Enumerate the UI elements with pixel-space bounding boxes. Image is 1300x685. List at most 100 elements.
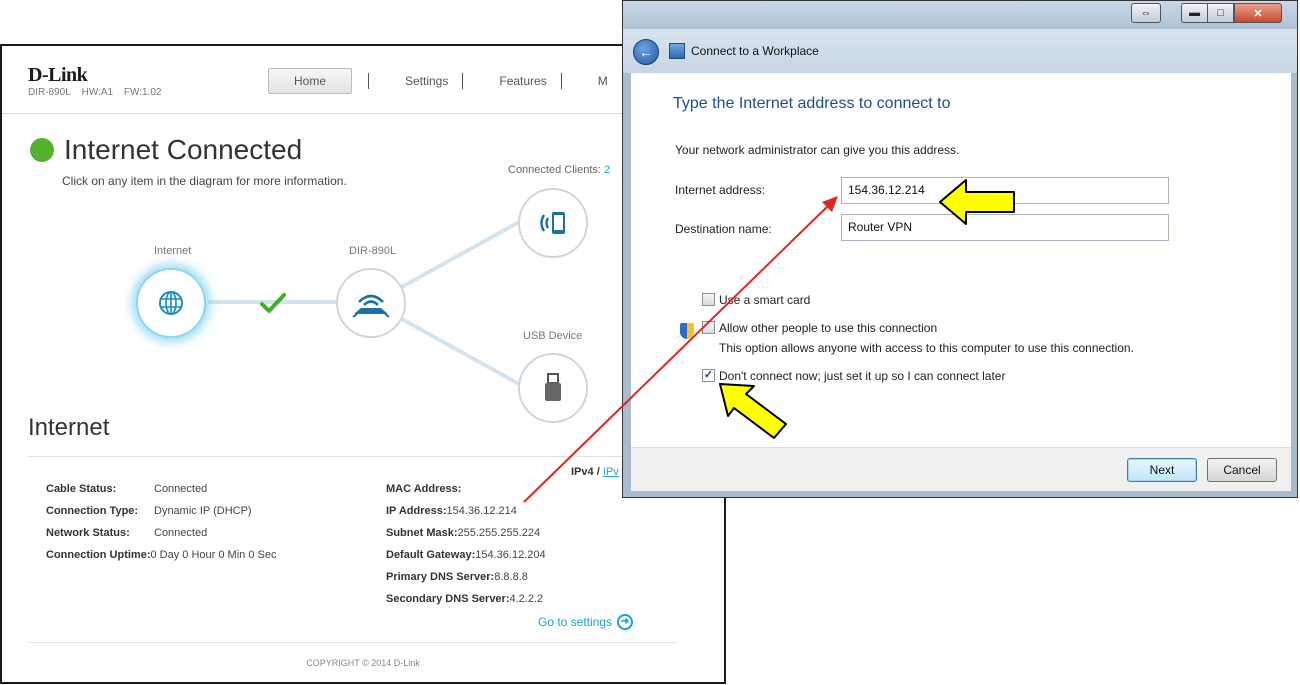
router-wifi-icon <box>352 294 390 318</box>
nav-tab-home[interactable]: Home <box>268 68 352 94</box>
info-row: Cable Status: Connected <box>46 478 276 500</box>
connected-check-icon <box>260 293 286 313</box>
info-value: Connected <box>154 527 208 539</box>
cancel-button[interactable]: Cancel <box>1207 458 1277 482</box>
usb-node-label: USB Device <box>523 330 583 342</box>
info-row: Secondary DNS Server:4.2.2.2 <box>386 588 546 610</box>
info-key: Network Status: <box>46 527 130 539</box>
diagram-hint: Click on any item in the diagram for mor… <box>62 174 347 188</box>
dialog-titlebar[interactable]: ⇔ ▬ □ ✕ <box>623 1 1297 29</box>
connected-clients-count: 2 <box>604 164 611 176</box>
arrow-right-circle-icon: ➜ <box>617 614 634 630</box>
connection-info: Cable Status: Connected Connection Type: D… <box>46 478 276 566</box>
info-row: MAC Address: <box>386 478 546 500</box>
hardware-version: HW:A1 <box>81 87 114 98</box>
dont-connect-checkbox[interactable]: ✓ <box>702 369 715 382</box>
maximize-button[interactable]: □ <box>1207 3 1234 23</box>
dialog-title: Connect to a Workplace <box>691 44 819 58</box>
info-value: Dynamic IP (DHCP) <box>154 505 252 517</box>
internet-section-title: Internet <box>28 414 110 441</box>
nav-separator <box>462 73 464 89</box>
ipv4-tab[interactable]: IPv4 <box>571 466 594 478</box>
allow-others-label[interactable]: Allow other people to use this connectio… <box>719 321 937 335</box>
ip-info: MAC Address: IP Address:154.36.12.214 Su… <box>386 478 546 610</box>
uac-shield-icon <box>680 323 694 339</box>
internet-status: Internet Connected <box>30 134 302 166</box>
info-row: Connection Uptime:0 Day 0 Hour 0 Min 0 S… <box>46 544 276 566</box>
ipv6-tab[interactable]: IPv <box>603 466 619 478</box>
usb-device-node[interactable] <box>518 353 588 423</box>
info-row: IP Address:154.36.12.214 <box>386 500 546 522</box>
info-key: Connection Type: <box>46 505 139 517</box>
info-row: Subnet Mask:255.255.255.224 <box>386 522 546 544</box>
internet-node[interactable] <box>136 268 206 338</box>
router-node[interactable] <box>336 268 406 338</box>
info-row: Connection Type: Dynamic IP (DHCP) <box>46 500 276 522</box>
smart-card-label[interactable]: Use a smart card <box>719 293 810 307</box>
firmware-version: FW:1.02 <box>123 87 162 98</box>
brand-name: D-Link <box>28 64 88 86</box>
main-nav: Home Settings Features M <box>268 68 608 94</box>
info-value: 4.2.2.2 <box>509 593 544 605</box>
info-value: Connected <box>154 483 208 495</box>
usb-drive-icon <box>545 373 561 401</box>
minimize-button[interactable]: ▬ <box>1181 3 1208 23</box>
dont-connect-label[interactable]: Don't connect now; just set it up so I c… <box>719 369 1005 383</box>
nav-separator <box>368 73 369 89</box>
ip-version-switch: IPv4 / IPv <box>571 466 619 478</box>
smart-card-checkbox[interactable] <box>702 293 715 306</box>
info-row: Default Gateway:154.36.12.204 <box>386 544 546 566</box>
nav-tab-management[interactable]: M <box>598 69 608 93</box>
info-value: 154.36.12.214 <box>446 505 517 517</box>
info-row: Primary DNS Server:8.8.8.8 <box>386 566 546 588</box>
destination-name-input[interactable]: Router VPN <box>841 214 1169 241</box>
next-button[interactable]: Next <box>1127 458 1197 482</box>
dialog-heading: Type the Internet address to connect to <box>673 95 951 112</box>
dialog-button-bar: Next Cancel <box>631 447 1291 491</box>
info-key: Connection Uptime: <box>46 549 151 561</box>
copyright-text: COPYRIGHT © 2014 D-Link <box>306 658 420 668</box>
section-divider <box>28 456 678 457</box>
info-key: Primary DNS Server: <box>386 571 495 583</box>
destination-name-label: Destination name: <box>675 222 772 236</box>
connected-clients-text: Connected Clients: <box>508 164 601 176</box>
dialog-content: Type the Internet address to connect to … <box>631 73 1291 447</box>
close-button[interactable]: ✕ <box>1234 3 1282 23</box>
info-key: MAC Address: <box>386 483 462 495</box>
allow-others-checkbox[interactable] <box>702 321 715 334</box>
nav-tab-features[interactable]: Features <box>499 69 546 93</box>
link-router-clients <box>399 219 522 290</box>
resize-icon[interactable]: ⇔ <box>1131 3 1161 23</box>
go-to-settings-link[interactable]: Go to settings ➜ <box>538 614 634 630</box>
router-web-page: D-Link DIR-890L HW:A1 FW:1.02 Home Setti… <box>0 44 726 684</box>
dialog-navbar: ← Connect to a Workplace <box>623 29 1297 73</box>
connect-to-workplace-dialog: ⇔ ▬ □ ✕ ← Connect to a Workplace Type th… <box>622 0 1298 498</box>
dialog-subtext: Your network administrator can give you … <box>675 143 960 157</box>
back-arrow-icon[interactable]: ← <box>633 39 659 65</box>
info-key: Default Gateway: <box>386 549 476 561</box>
internet-address-input[interactable]: 154.36.12.214 <box>841 177 1169 204</box>
info-key: IP Address: <box>386 505 447 517</box>
router-node-label: DIR-890L <box>349 245 397 257</box>
router-header: D-Link DIR-890L HW:A1 FW:1.02 Home Setti… <box>2 46 724 114</box>
link-router-usb <box>399 316 522 387</box>
nav-tab-settings[interactable]: Settings <box>405 69 448 93</box>
info-value: 154.36.12.204 <box>475 549 546 561</box>
status-title: Internet Connected <box>64 134 303 165</box>
wireless-device-icon <box>540 212 565 234</box>
connected-clients-node[interactable] <box>518 188 588 258</box>
internet-node-label: Internet <box>154 245 192 257</box>
workplace-network-icon <box>669 43 685 59</box>
allow-others-description: This option allows anyone with access to… <box>719 341 1134 355</box>
info-row: Network Status: Connected <box>46 522 276 544</box>
info-key: Secondary DNS Server: <box>386 593 510 605</box>
model-name: DIR-890L <box>28 87 71 98</box>
info-key: Cable Status: <box>46 483 117 495</box>
dlink-logo: D-Link DIR-890L HW:A1 FW:1.02 <box>28 64 169 98</box>
connected-clients-label[interactable]: Connected Clients: 2 <box>508 164 610 176</box>
info-key: Subnet Mask: <box>386 527 458 539</box>
info-value: 8.8.8.8 <box>494 571 528 583</box>
go-to-settings-text: Go to settings <box>538 615 613 629</box>
nav-separator <box>560 73 562 89</box>
ipv-separator: / <box>596 466 600 478</box>
